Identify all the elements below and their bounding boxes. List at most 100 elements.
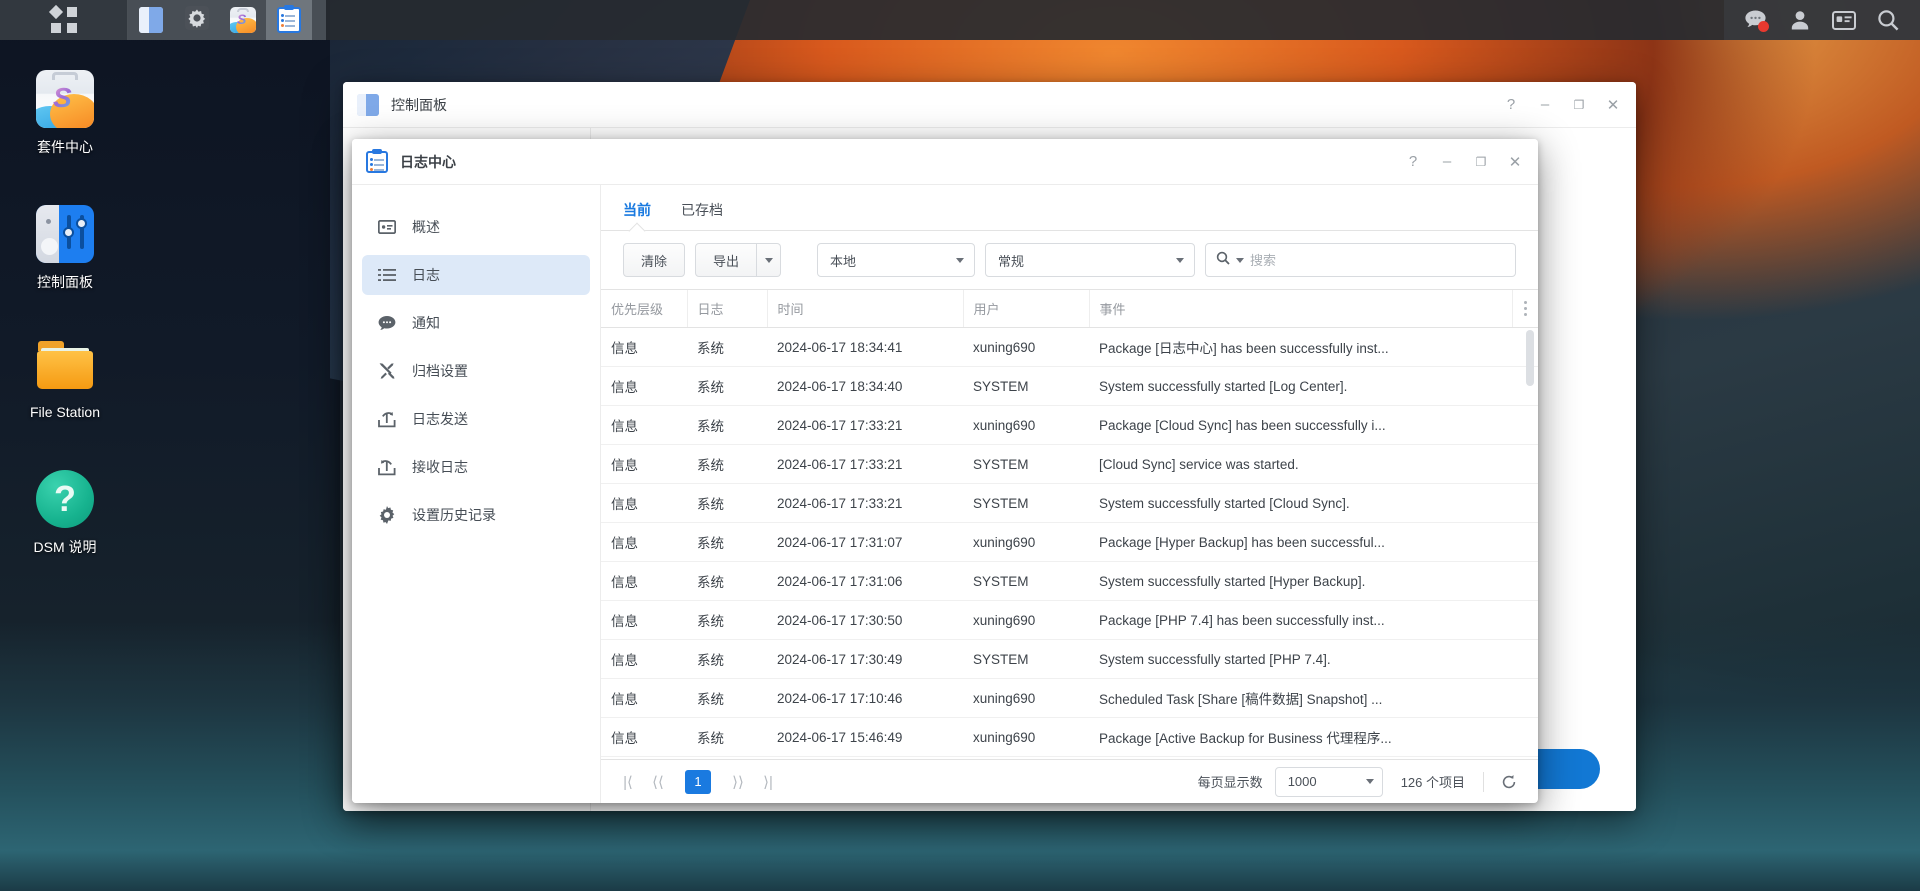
table-row[interactable]: 信息系统2024-06-17 18:34:41xuning690Package … [601, 328, 1538, 367]
prev-page-button[interactable]: ⟨⟨ [645, 769, 671, 795]
table-row[interactable]: 信息系统2024-06-17 17:30:50xuning690Package … [601, 601, 1538, 640]
log-center-minimize-button[interactable]: – [1430, 143, 1464, 181]
kebab-menu-icon[interactable] [1523, 301, 1529, 316]
desktop-icon-label: 控制面板 [37, 272, 93, 292]
per-page-value: 1000 [1288, 774, 1366, 789]
last-page-button[interactable]: ⟩| [755, 769, 781, 795]
cell-user: SYSTEM [963, 640, 1089, 679]
log-center-titlebar[interactable]: 日志中心 ? – ❐ ✕ [352, 139, 1538, 185]
row-spacer-cell [1512, 640, 1538, 679]
column-header-user[interactable]: 用户 [963, 290, 1089, 328]
desktop-icon-file-station[interactable]: File Station [0, 337, 130, 420]
table-row[interactable]: 信息系统2024-06-17 17:33:21SYSTEMSystem succ… [601, 484, 1538, 523]
table-row[interactable]: 信息系统2024-06-17 15:46:49xuning690Package … [601, 718, 1538, 757]
first-page-button[interactable]: |⟨ [615, 769, 641, 795]
cell-log: 系统 [687, 718, 767, 757]
taskbar-app-package-center[interactable]: S [220, 0, 266, 40]
export-button[interactable]: 导出 [695, 243, 757, 277]
table-row[interactable]: 信息系统2024-06-17 18:34:40SYSTEMSystem succ… [601, 367, 1538, 406]
search-box[interactable] [1205, 243, 1516, 277]
package-center-icon: S [36, 70, 94, 128]
export-dropdown-button[interactable] [757, 243, 781, 277]
cell-log: 系统 [687, 445, 767, 484]
clear-button[interactable]: 清除 [623, 243, 685, 277]
cell-priority: 信息 [601, 601, 687, 640]
sidebar-item-settings-history[interactable]: 设置历史记录 [362, 495, 590, 535]
search-input[interactable] [1250, 253, 1505, 268]
control-panel-maximize-button[interactable]: ❐ [1562, 86, 1596, 124]
chevron-down-icon [956, 258, 964, 263]
app-menu-button[interactable] [0, 0, 128, 40]
table-row[interactable]: 信息系统2024-06-17 17:31:07xuning690Package … [601, 523, 1538, 562]
location-select[interactable]: 本地 [817, 243, 975, 277]
row-spacer-cell [1512, 367, 1538, 406]
sidebar-item-archive-settings[interactable]: 归档设置 [362, 351, 590, 391]
column-header-event[interactable]: 事件 [1089, 290, 1512, 328]
log-center-toolbar: 清除 导出 本地 常规 [601, 231, 1538, 289]
sidebar-item-label: 归档设置 [412, 361, 468, 381]
sidebar-item-logs[interactable]: 日志 [362, 255, 590, 295]
cell-priority: 信息 [601, 406, 687, 445]
log-table-scrollbar-thumb[interactable] [1526, 330, 1534, 386]
log-center-body: 概述 日志 通知 归档设置 [352, 185, 1538, 803]
user-account-icon [1789, 9, 1811, 31]
type-select[interactable]: 常规 [985, 243, 1195, 277]
desktop-icon-control-panel[interactable]: 控制面板 [0, 205, 130, 292]
export-split-button[interactable]: 导出 [695, 243, 781, 277]
page-number-button[interactable]: 1 [685, 770, 711, 794]
sidebar-item-overview[interactable]: 概述 [362, 207, 590, 247]
sidebar-item-label: 概述 [412, 217, 440, 237]
user-account-button[interactable] [1778, 0, 1822, 40]
dsm-help-question-icon: ? [36, 470, 94, 528]
column-header-priority[interactable]: 优先层级 [601, 290, 687, 328]
log-center-maximize-button[interactable]: ❐ [1464, 143, 1498, 181]
sidebar-item-notifications[interactable]: 通知 [362, 303, 590, 343]
per-page-select[interactable]: 1000 [1275, 767, 1383, 797]
log-center-footer: |⟨ ⟨⟨ 1 ⟩⟩ ⟩| 每页显示数 1000 126 个项目 [601, 759, 1538, 803]
log-center-window[interactable]: 日志中心 ? – ❐ ✕ 概述 日志 [352, 139, 1538, 803]
search-filter-caret-icon[interactable] [1236, 258, 1244, 263]
refresh-button[interactable] [1494, 767, 1524, 797]
log-center-help-button[interactable]: ? [1396, 143, 1430, 181]
column-header-log[interactable]: 日志 [687, 290, 767, 328]
taskbar-tray [1724, 0, 1920, 40]
tab-archived[interactable]: 已存档 [681, 200, 723, 230]
upload-share-icon [376, 411, 398, 428]
taskbar-running-apps: S [128, 0, 326, 40]
cell-event: [Cloud Sync] service was started. [1089, 445, 1512, 484]
taskbar-app-log-center[interactable] [266, 0, 312, 40]
widgets-button[interactable] [1822, 0, 1866, 40]
control-panel-help-button[interactable]: ? [1494, 86, 1528, 124]
table-row[interactable]: 信息系统2024-06-17 17:31:06SYSTEMSystem succ… [601, 562, 1538, 601]
desktop-icon-dsm-help[interactable]: ? DSM 说明 [0, 470, 130, 557]
sidebar-item-log-receiving[interactable]: 接收日志 [362, 447, 590, 487]
table-row[interactable]: 信息系统2024-06-17 17:33:21SYSTEM[Cloud Sync… [601, 445, 1538, 484]
column-options-menu[interactable] [1512, 290, 1538, 328]
taskbar-app-control-panel[interactable] [128, 0, 174, 40]
search-button[interactable] [1866, 0, 1910, 40]
control-panel-close-button[interactable]: ✕ [1596, 86, 1630, 124]
tab-current[interactable]: 当前 [623, 200, 651, 230]
next-page-button[interactable]: ⟩⟩ [725, 769, 751, 795]
log-center-close-button[interactable]: ✕ [1498, 143, 1532, 181]
sidebar-item-label: 日志发送 [412, 409, 468, 429]
cell-log: 系统 [687, 523, 767, 562]
cell-priority: 信息 [601, 757, 687, 760]
table-row[interactable]: 信息系统2024-06-17 17:33:21xuning690Package … [601, 406, 1538, 445]
row-spacer-cell [1512, 484, 1538, 523]
table-row[interactable]: 信息系统2024-06-17 17:30:49SYSTEMSystem succ… [601, 640, 1538, 679]
control-panel-titlebar[interactable]: 控制面板 ? – ❐ ✕ [343, 82, 1636, 128]
sidebar-item-log-sending[interactable]: 日志发送 [362, 399, 590, 439]
column-header-time[interactable]: 时间 [767, 290, 963, 328]
control-panel-minimize-button[interactable]: – [1528, 86, 1562, 124]
taskbar-app-settings[interactable] [174, 0, 220, 40]
desktop-icon-package-center[interactable]: S 套件中心 [0, 70, 130, 157]
notifications-button[interactable] [1734, 0, 1778, 40]
cell-event: Package [Cloud Sync] has been successful… [1089, 406, 1512, 445]
log-table-body: 信息系统2024-06-17 18:34:41xuning690Package … [601, 328, 1538, 760]
cell-priority: 信息 [601, 445, 687, 484]
gear-icon [376, 506, 398, 524]
cell-time: 2024-06-17 17:30:50 [767, 601, 963, 640]
table-row[interactable]: 信息系统2024-06-17 15:46:49SYSTEMSystem succ… [601, 757, 1538, 760]
table-row[interactable]: 信息系统2024-06-17 17:10:46xuning690Schedule… [601, 679, 1538, 718]
